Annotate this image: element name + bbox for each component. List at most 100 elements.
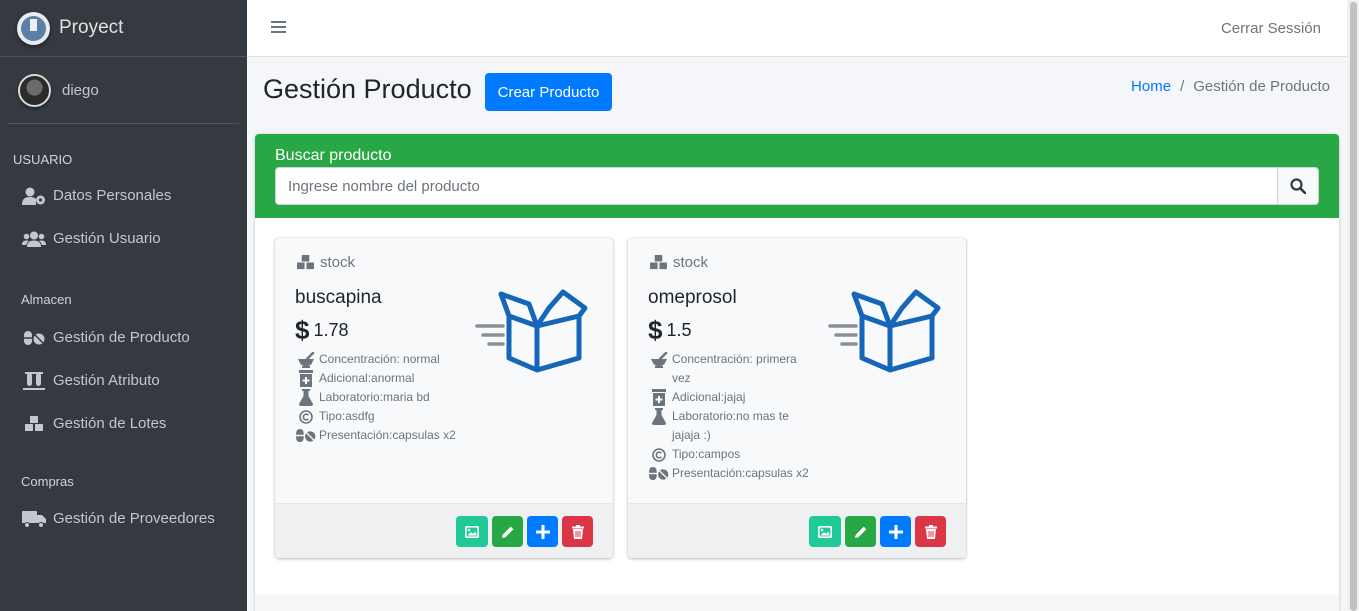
card-footer (255, 594, 1339, 611)
flask-icon (295, 388, 316, 407)
detail-adicional: Adicional:anormal (295, 369, 460, 388)
copyright-icon (648, 445, 669, 464)
search-input[interactable] (275, 167, 1277, 205)
delete-button[interactable] (915, 516, 946, 547)
detail-concentracion: Concentración: normal (295, 350, 460, 369)
copyright-icon (295, 407, 316, 426)
pills-icon (22, 328, 46, 348)
dollar-icon: $ (295, 315, 310, 345)
brand-name: Proyect (59, 17, 124, 38)
scrollbar[interactable] (1347, 0, 1359, 611)
logout-link[interactable]: Cerrar Sessión (1221, 20, 1321, 37)
sidebar-item-label: Gestión de Producto (53, 329, 190, 346)
topbar: Cerrar Sessión (247, 0, 1347, 57)
cubes-icon (648, 254, 669, 271)
plus-icon (888, 524, 903, 539)
sidebar-item-label: Gestión Atributo (53, 372, 160, 389)
breadcrumb-current: Gestión de Producto (1193, 78, 1330, 95)
nav-header-compras: Compras (21, 474, 74, 489)
nav-header-almacen: Almacen (21, 292, 72, 307)
delete-button[interactable] (562, 516, 593, 547)
truck-icon (22, 509, 46, 529)
product-card: stock buscapina $ 1.78 Concentración: no… (275, 238, 613, 558)
product-name: omeprosol (648, 287, 737, 308)
vials-icon (22, 371, 46, 391)
stock-text: stock (673, 254, 709, 271)
prescription-bottle-icon (648, 388, 669, 407)
breadcrumb-separator: / (1180, 78, 1185, 95)
dollar-icon: $ (648, 315, 663, 345)
trash-icon (924, 524, 937, 539)
sidebar-item-label: Datos Personales (53, 187, 172, 204)
breadcrumb-home-link[interactable]: Home (1131, 78, 1171, 95)
edit-button[interactable] (845, 516, 876, 547)
avatar (18, 73, 51, 107)
add-button[interactable] (880, 516, 911, 547)
pencil-icon (501, 526, 513, 538)
product-price: $ 1.78 (295, 315, 349, 346)
edit-button[interactable] (492, 516, 523, 547)
product-box-icon (828, 289, 941, 373)
sidebar-item-gestion-producto[interactable]: Gestión de Producto (0, 316, 247, 359)
sidebar-item-label: Gestión Usuario (53, 230, 161, 247)
cubes-icon (22, 414, 46, 434)
stock-label: stock (295, 254, 355, 271)
price-value: 1.78 (313, 320, 349, 340)
product-details: Concentración: primera vez Adicional:jaj… (648, 350, 813, 483)
detail-presentacion: Presentación:capsulas x2 (295, 426, 460, 445)
search-button[interactable] (1277, 167, 1319, 205)
stock-text: stock (320, 254, 356, 271)
product-card-footer (628, 503, 966, 558)
user-cog-icon (22, 186, 46, 206)
sidebar-item-datos-personales[interactable]: Datos Personales (0, 174, 247, 217)
image-icon (465, 525, 479, 538)
mortar-pestle-icon (648, 350, 669, 369)
product-price: $ 1.5 (648, 315, 692, 346)
create-product-button[interactable]: Crear Producto (485, 73, 612, 111)
image-icon (818, 525, 832, 538)
image-button[interactable] (456, 516, 488, 547)
sidebar-item-gestion-proveedores[interactable]: Gestión de Proveedores (0, 497, 247, 540)
trash-icon (571, 524, 584, 539)
sidebar: Proyect diego USUARIO Datos Personales G… (0, 0, 247, 611)
mortar-pestle-icon (295, 350, 316, 369)
pencil-icon (854, 526, 866, 538)
page-title: Gestión Producto (263, 74, 472, 104)
product-card-footer (275, 503, 613, 558)
detail-tipo: Tipo:asdfg (295, 407, 460, 426)
search-icon (1290, 178, 1306, 194)
sidebar-item-gestion-usuario[interactable]: Gestión Usuario (0, 217, 247, 260)
pills-icon (648, 464, 669, 483)
menu-toggle-icon[interactable] (271, 21, 286, 34)
detail-laboratorio: Laboratorio:maria bd (295, 388, 460, 407)
search-row (275, 167, 1319, 205)
product-details: Concentración: normal Adicional:anormal … (295, 350, 460, 445)
sidebar-item-gestion-atributo[interactable]: Gestión Atributo (0, 359, 247, 402)
search-card-header: Buscar producto (255, 134, 1339, 218)
detail-laboratorio: Laboratorio:no mas te jajaja :) (648, 407, 813, 445)
detail-adicional: Adicional:jajaj (648, 388, 813, 407)
brand-link[interactable]: Proyect (0, 0, 247, 57)
user-panel[interactable]: diego (8, 57, 239, 124)
cubes-icon (295, 254, 316, 271)
brand-logo (17, 11, 50, 45)
price-value: 1.5 (666, 320, 692, 340)
sidebar-item-label: Gestión de Proveedores (53, 510, 215, 527)
scrollbar-thumb[interactable] (1350, 2, 1357, 611)
user-name: diego (62, 81, 99, 99)
nav-header-usuario: USUARIO (13, 152, 73, 167)
prescription-bottle-icon (295, 369, 316, 388)
product-box-icon (475, 289, 588, 373)
pills-icon (295, 426, 316, 445)
detail-tipo: Tipo:campos (648, 445, 813, 464)
detail-presentacion: Presentación:capsulas x2 (648, 464, 813, 483)
flask-icon (648, 407, 669, 426)
search-title: Buscar producto (275, 147, 392, 164)
detail-concentracion: Concentración: primera vez (648, 350, 813, 388)
product-name: buscapina (295, 287, 382, 308)
sidebar-item-gestion-lotes[interactable]: Gestión de Lotes (0, 402, 247, 445)
sidebar-item-label: Gestión de Lotes (53, 415, 167, 432)
add-button[interactable] (527, 516, 558, 547)
breadcrumb: Home / Gestión de Producto (1131, 78, 1330, 95)
image-button[interactable] (809, 516, 841, 547)
